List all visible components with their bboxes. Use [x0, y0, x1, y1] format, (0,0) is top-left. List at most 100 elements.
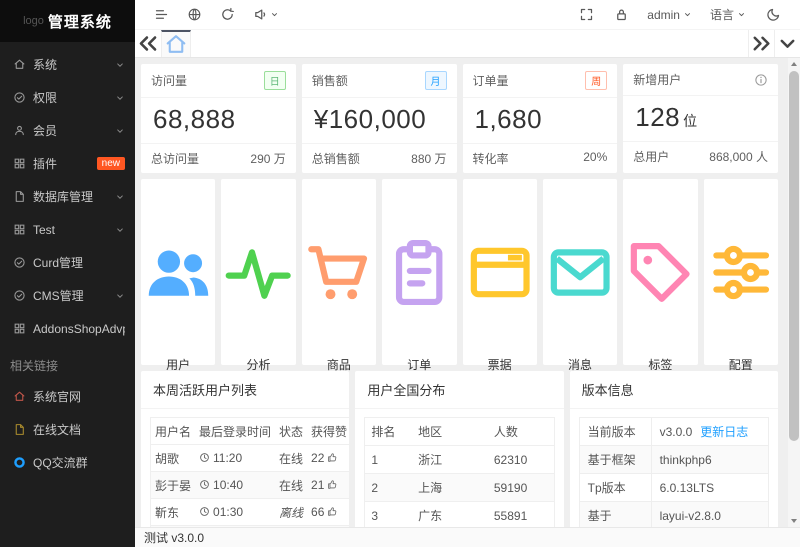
language-label: 语言: [710, 6, 734, 23]
sidebar-item-label: Curd管理: [33, 254, 83, 271]
period-badge-week: 周: [585, 71, 607, 90]
thumbs-up-icon[interactable]: [327, 506, 338, 520]
panel-title: 本周活跃用户列表: [141, 371, 349, 409]
user-dropdown[interactable]: admin: [647, 8, 694, 22]
shortcut-goods[interactable]: 商品: [302, 179, 376, 365]
col-header: 人数: [488, 418, 554, 446]
col-header: 地区: [412, 418, 488, 446]
sidebar-item-auth[interactable]: 权限: [0, 81, 135, 114]
theme-moon-icon[interactable]: [766, 7, 781, 22]
shortcuts-row: 用户 分析 商品 订单 票据 消息 标签 配置: [141, 179, 778, 365]
sidebar-item-database[interactable]: 数据库管理: [0, 180, 135, 213]
lock-screen-icon[interactable]: [614, 7, 629, 22]
tabbar-spacer: [191, 30, 748, 57]
shortcut-analysis[interactable]: 分析: [221, 179, 295, 365]
sidebar-item-member[interactable]: 会员: [0, 114, 135, 147]
sidebar-item-label: Test: [33, 223, 55, 237]
mail-icon: [543, 189, 617, 356]
menu-fold-icon[interactable]: [154, 7, 169, 22]
tabs-scroll-left-icon[interactable]: [135, 30, 161, 57]
sidebar-item-test[interactable]: Test: [0, 213, 135, 246]
sidebar-item-label: 权限: [33, 89, 57, 106]
top-navbar: admin 语言: [135, 0, 800, 30]
refresh-icon[interactable]: [220, 7, 235, 22]
panels-row: 本周活跃用户列表 用户名 最后登录时间 状态 获得赞 胡歌11:20在线22: [141, 371, 778, 527]
tab-bar: [135, 30, 800, 58]
tab-home[interactable]: [161, 30, 191, 57]
table-row: 胡歌11:20在线22: [151, 445, 350, 472]
app-window: logo 管理系统 系统 权限 会员 插件 new: [0, 0, 800, 547]
language-dropdown[interactable]: 语言: [710, 6, 748, 23]
scroll-up-icon[interactable]: [788, 58, 800, 70]
announcement-dropdown[interactable]: [244, 7, 281, 22]
sidebar-link-label: 系统官网: [33, 388, 81, 405]
stat-card-new-users: 新增用户 128位 总用户868,000 人: [623, 64, 778, 173]
main-area: admin 语言 访问量日: [135, 0, 800, 547]
home-tab-icon: [162, 32, 190, 57]
info-icon[interactable]: [754, 73, 768, 87]
stat-foot-value: 20%: [583, 150, 607, 167]
globe-icon[interactable]: [187, 7, 202, 22]
sidebar-item-cms[interactable]: CMS管理: [0, 279, 135, 312]
shortcut-settings[interactable]: 配置: [704, 179, 778, 365]
version-table: 当前版本v3.0.0更新日志 基于框架thinkphp6 Tp版本6.0.13L…: [579, 417, 769, 527]
chevron-down-icon: [115, 225, 125, 235]
sidebar-item-curd[interactable]: Curd管理: [0, 246, 135, 279]
sidebar-item-label: 系统: [33, 56, 57, 73]
stat-foot-value: 880 万: [411, 150, 446, 167]
sidebar-item-addonsshop[interactable]: AddonsShopAdvposition: [0, 312, 135, 345]
stat-foot-value: 290 万: [250, 150, 285, 167]
panel-title: 版本信息: [570, 371, 778, 409]
sidebar: logo 管理系统 系统 权限 会员 插件 new: [0, 0, 135, 547]
tabs-menu-icon[interactable]: [774, 30, 800, 57]
sidebar-menu: 系统 权限 会员 插件 new 数据库管理: [0, 42, 135, 479]
thumbs-up-icon[interactable]: [327, 452, 338, 466]
grid-icon: [13, 322, 26, 335]
app-logo: logo 管理系统: [0, 0, 135, 42]
stat-card-sales: 销售额月 ¥160,000 总销售额880 万: [302, 64, 457, 173]
stat-card-visits: 访问量日 68,888 总访问量290 万: [141, 64, 296, 173]
tabs-scroll-right-icon[interactable]: [748, 30, 774, 57]
fullscreen-icon[interactable]: [579, 7, 594, 22]
panel-version-info: 版本信息 当前版本v3.0.0更新日志 基于框架thinkphp6 Tp版本6.…: [570, 371, 778, 527]
sidebar-link-label: 在线文档: [33, 421, 81, 438]
shortcut-messages[interactable]: 消息: [543, 179, 617, 365]
sidebar-link-label: QQ交流群: [33, 454, 88, 471]
stat-foot-value: 868,000 人: [709, 148, 768, 165]
cms-icon: [13, 289, 26, 302]
website-home-icon: [13, 390, 26, 403]
sliders-icon: [704, 189, 778, 356]
scrollbar-thumb[interactable]: [789, 71, 799, 441]
sidebar-link-official-site[interactable]: 系统官网: [0, 380, 135, 413]
thumbs-up-icon[interactable]: [327, 479, 338, 493]
shortcut-users[interactable]: 用户: [141, 179, 215, 365]
shortcut-tags[interactable]: 标签: [623, 179, 697, 365]
col-header: 状态: [275, 418, 307, 445]
window-icon: [463, 189, 537, 356]
stat-value: 1,680: [463, 98, 618, 143]
cart-icon: [302, 189, 376, 356]
stat-foot-label: 总销售额: [312, 150, 360, 167]
table-row: 基于框架thinkphp6: [579, 446, 768, 474]
database-icon: [13, 190, 26, 203]
col-header: 用户名: [151, 418, 196, 445]
shortcut-orders[interactable]: 订单: [382, 179, 456, 365]
shortcut-tickets[interactable]: 票据: [463, 179, 537, 365]
clock-icon: [199, 506, 210, 520]
changelog-link[interactable]: 更新日志: [700, 425, 748, 439]
content-scrollbar[interactable]: [788, 58, 800, 527]
stat-unit: 位: [683, 113, 698, 129]
tag-icon: [623, 189, 697, 356]
sidebar-link-qq-group[interactable]: QQ交流群: [0, 446, 135, 479]
sidebar-link-online-docs[interactable]: 在线文档: [0, 413, 135, 446]
stat-value: ¥160,000: [302, 98, 457, 143]
period-badge-day: 日: [264, 71, 286, 90]
clock-icon: [199, 479, 210, 493]
sidebar-item-system[interactable]: 系统: [0, 48, 135, 81]
scroll-down-icon[interactable]: [788, 515, 800, 527]
sidebar-item-addon[interactable]: 插件 new: [0, 147, 135, 180]
table-row: 3广东55891: [365, 502, 554, 528]
table-row: 吴尊21:18离线45: [151, 526, 350, 528]
col-header: 最后登录时间: [195, 418, 275, 445]
clipboard-icon: [382, 189, 456, 356]
